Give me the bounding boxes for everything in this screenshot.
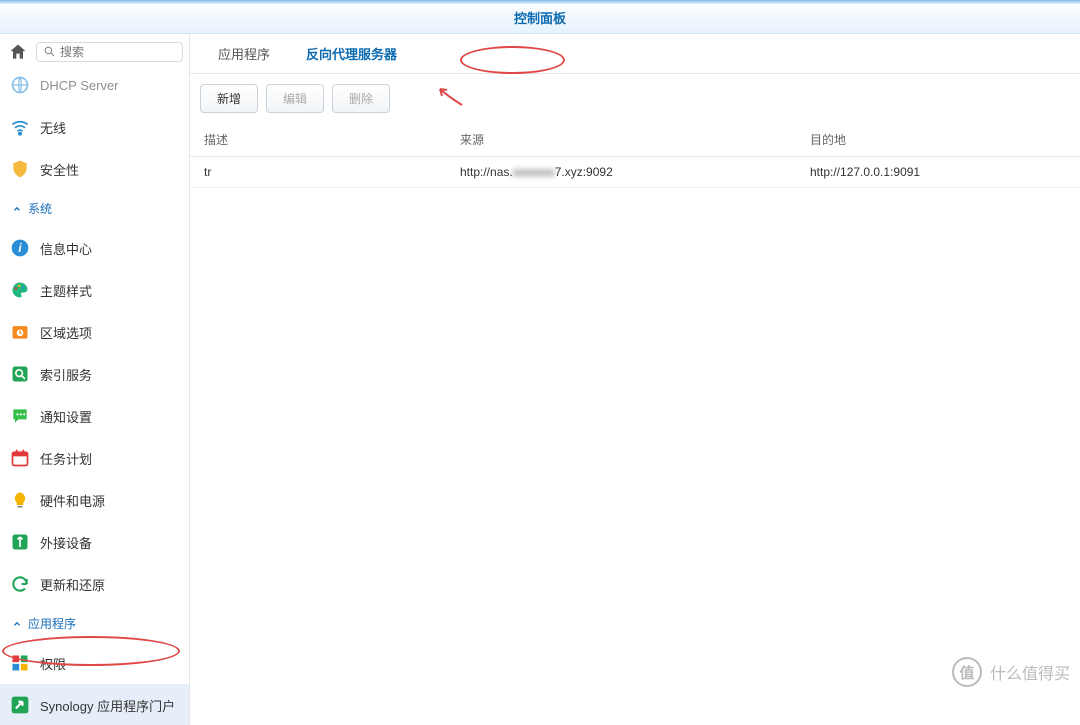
sidebar-item-label: 无线 [40,118,66,137]
search-doc-icon [10,364,30,384]
usb-icon [10,532,30,552]
sidebar-item-label: 权限 [40,654,66,673]
home-icon[interactable] [6,40,30,64]
window-title: 控制面板 [0,4,1080,34]
sidebar-item-update[interactable]: 更新和还原 [0,563,189,605]
chevron-up-icon [12,619,22,629]
col-source[interactable]: 来源 [460,131,810,148]
sidebar: DHCP Server 无线 安全性 系统 i 信息中心 主题样式 区域选项 [0,34,190,725]
sidebar-item-label: 通知设置 [40,407,92,426]
new-button[interactable]: 新增 [200,84,258,113]
sidebar-item-wireless[interactable]: 无线 [0,106,189,148]
bulb-icon [10,490,30,510]
tab-reverse-proxy[interactable]: 反向代理服务器 [288,34,415,73]
clock-icon [10,322,30,342]
sidebar-item-info[interactable]: i 信息中心 [0,227,189,269]
sidebar-item-label: 更新和还原 [40,575,105,594]
portal-icon [10,695,30,715]
sidebar-item-label: 外接设备 [40,533,92,552]
watermark: 值 什么值得买 [952,657,1070,687]
grid-icon [10,653,30,673]
content-area: 应用程序 反向代理服务器 新增 编辑 删除 描述 来源 目的地 tr http:… [190,34,1080,725]
watermark-text: 什么值得买 [990,660,1070,684]
col-desc[interactable]: 描述 [190,131,460,148]
sidebar-item-label: 任务计划 [40,449,92,468]
table-row[interactable]: tr http://nas.xxxxxxx7.xyz:9092 http://1… [190,157,1080,188]
search-icon [43,45,56,59]
sidebar-item-hardware[interactable]: 硬件和电源 [0,479,189,521]
calendar-icon [10,448,30,468]
section-system[interactable]: 系统 [0,190,189,227]
chat-icon [10,406,30,426]
chevron-up-icon [12,204,22,214]
cell-source: http://nas.xxxxxxx7.xyz:9092 [460,165,810,179]
toolbar: 新增 编辑 删除 [190,74,1080,123]
tabs: 应用程序 反向代理服务器 [190,34,1080,74]
sidebar-item-label: 安全性 [40,160,79,179]
search-input[interactable] [36,42,183,62]
wifi-icon [10,117,30,137]
delete-button[interactable]: 删除 [332,84,390,113]
cell-dest: http://127.0.0.1:9091 [810,165,1080,179]
tab-applications[interactable]: 应用程序 [200,34,288,73]
proxy-table: 描述 来源 目的地 tr http://nas.xxxxxxx7.xyz:909… [190,123,1080,188]
sidebar-item-label: Synology 应用程序门户 [40,696,175,715]
section-apps[interactable]: 应用程序 [0,605,189,642]
sidebar-item-task[interactable]: 任务计划 [0,437,189,479]
sidebar-item-theme[interactable]: 主题样式 [0,269,189,311]
sidebar-item-index[interactable]: 索引服务 [0,353,189,395]
watermark-badge: 值 [952,657,982,687]
sidebar-item-dhcp[interactable]: DHCP Server [0,64,189,106]
sidebar-item-external[interactable]: 外接设备 [0,521,189,563]
sidebar-item-security[interactable]: 安全性 [0,148,189,190]
sidebar-item-region[interactable]: 区域选项 [0,311,189,353]
sidebar-item-notify[interactable]: 通知设置 [0,395,189,437]
shield-icon [10,159,30,179]
sidebar-item-label: 硬件和电源 [40,491,105,510]
sidebar-item-label: 索引服务 [40,365,92,384]
sidebar-item-label: 主题样式 [40,281,92,300]
sidebar-item-label: 区域选项 [40,323,92,342]
sidebar-item-label: 信息中心 [40,239,92,258]
palette-icon [10,280,30,300]
sidebar-item-app-portal[interactable]: Synology 应用程序门户 [0,684,189,725]
refresh-icon [10,574,30,594]
cell-desc: tr [190,165,460,179]
col-dest[interactable]: 目的地 [810,131,1080,148]
sidebar-item-perms[interactable]: 权限 [0,642,189,684]
globe-icon [10,75,30,95]
info-icon: i [10,238,30,258]
sidebar-item-label: DHCP Server [40,78,119,93]
edit-button[interactable]: 编辑 [266,84,324,113]
